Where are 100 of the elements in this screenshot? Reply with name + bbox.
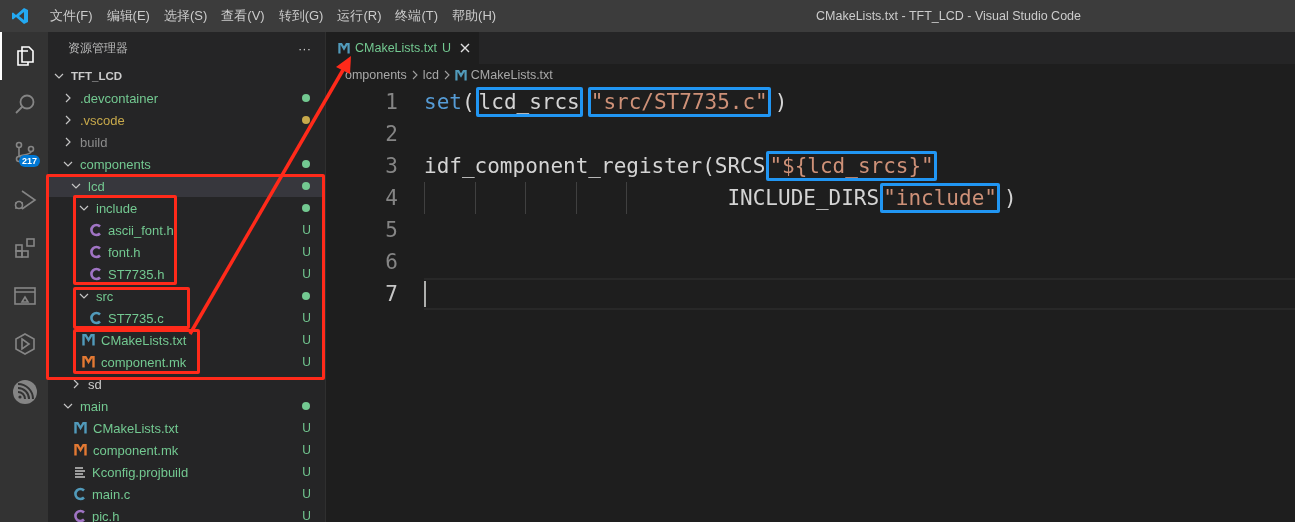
menu-item[interactable]: 编辑(E): [99, 7, 157, 25]
menu-item[interactable]: 查看(V): [214, 7, 272, 25]
menu-item[interactable]: 转到(G): [271, 7, 331, 25]
menu-item[interactable]: 终端(T): [388, 7, 446, 25]
file-name: .devcontainer: [80, 90, 159, 106]
git-status-label: U: [302, 333, 311, 347]
code-token: INCLUDE_DIRS: [726, 185, 881, 212]
code-token: "include": [880, 183, 1000, 213]
extensions-icon: [13, 236, 37, 260]
git-status-label: U: [302, 487, 311, 501]
tree-item[interactable]: ST7735.h U: [48, 263, 325, 285]
line-number: 1: [384, 90, 398, 114]
file-name: lcd: [88, 178, 105, 194]
c-file-icon: [90, 223, 102, 237]
file-name: CMakeLists.txt: [101, 332, 187, 348]
tree-item[interactable]: .devcontainer: [48, 87, 325, 109]
file-name: font.h: [108, 244, 141, 260]
code-token: (: [460, 89, 476, 116]
window-title: CMakeLists.txt - TFT_LCD - Visual Studio Code: [816, 9, 1081, 23]
tree-item[interactable]: ST7735.c U: [48, 307, 325, 329]
activity-bar-item[interactable]: 217: [0, 128, 48, 176]
file-name: src: [96, 288, 114, 304]
git-status-label: U: [302, 421, 311, 435]
line-number: 6: [384, 250, 398, 274]
file-name: Kconfig.projbuild: [92, 464, 189, 480]
tree-item[interactable]: CMakeLists.txt U: [48, 329, 325, 351]
c-file-icon: [90, 311, 102, 325]
close-icon[interactable]: [460, 43, 470, 53]
sidebar-title: 资源管理器: [68, 41, 128, 56]
file-name: .vscode: [80, 112, 125, 128]
code-token: "${lcd_srcs}": [766, 151, 937, 181]
vscode-logo-icon: [11, 7, 29, 25]
breadcrumb-item[interactable]: CMakeLists.txt: [470, 68, 553, 82]
tree-item[interactable]: Kconfig.projbuild U: [48, 461, 325, 483]
text-cursor: [424, 281, 426, 307]
tree-item[interactable]: font.h U: [48, 241, 325, 263]
line-number: 2: [384, 122, 398, 146]
search-icon: [13, 92, 37, 116]
c-file-icon: [74, 487, 86, 501]
chevron-icon: [410, 70, 419, 80]
file-name: component.mk: [93, 442, 179, 458]
tree-item[interactable]: TFT_LCD: [48, 65, 325, 87]
code-token: ): [773, 89, 789, 116]
git-status-label: U: [302, 267, 311, 281]
editor-tab[interactable]: CMakeLists.txt U: [326, 32, 479, 64]
m-file-icon: [74, 422, 87, 434]
monitor-icon: [13, 284, 37, 308]
tree-item[interactable]: build: [48, 131, 325, 153]
line-number: 3: [384, 154, 398, 178]
tree-item[interactable]: src: [48, 285, 325, 307]
file-name: main: [80, 398, 109, 414]
breadcrumb-item[interactable]: lcd: [422, 68, 439, 82]
line-number: 4: [384, 186, 398, 210]
file-name: include: [96, 200, 138, 216]
tree-item[interactable]: components: [48, 153, 325, 175]
code-token: ): [1002, 185, 1018, 212]
m-file-icon: [454, 69, 467, 81]
tree-item[interactable]: component.mk U: [48, 439, 325, 461]
file-name: ST7735.h: [108, 266, 165, 282]
tree-item[interactable]: CMakeLists.txt U: [48, 417, 325, 439]
tree-item[interactable]: component.mk U: [48, 351, 325, 373]
tree-item[interactable]: main.c U: [48, 483, 325, 505]
code-token: set: [423, 89, 463, 116]
tree-item[interactable]: main: [48, 395, 325, 417]
c-file-icon: [90, 245, 102, 259]
git-status-label: U: [302, 311, 311, 325]
menu-item[interactable]: 运行(R): [330, 7, 389, 25]
count-badge: 217: [19, 155, 41, 167]
menu-item[interactable]: 帮助(H): [445, 7, 504, 25]
m-file-icon: [82, 334, 95, 346]
line-number: 7: [384, 282, 398, 306]
hexagon-play-icon: [13, 332, 37, 356]
file-name: ST7735.c: [108, 310, 164, 326]
file-name: ascii_font.h: [108, 222, 174, 238]
signal-circle-icon: [12, 379, 38, 405]
line-number: 5: [384, 218, 398, 242]
git-status-label: U: [302, 245, 311, 259]
git-status-label: U: [302, 443, 311, 457]
breadcrumb-item[interactable]: omponents: [345, 68, 407, 82]
menu-item[interactable]: 选择(S): [156, 7, 215, 25]
m-file-icon: [338, 42, 350, 54]
tree-item[interactable]: .vscode: [48, 109, 325, 131]
file-name: sd: [88, 376, 102, 392]
code-token: idf_component_register(SRCS: [423, 153, 767, 180]
tree-item[interactable]: include: [48, 197, 325, 219]
git-status-label: U: [302, 509, 311, 522]
more-actions-button[interactable]: ···: [298, 41, 311, 56]
git-status-label: U: [302, 355, 311, 369]
file-name: CMakeLists.txt: [93, 420, 179, 436]
m-file-icon: [82, 356, 95, 368]
git-status-label: U: [302, 223, 311, 237]
code-token: "src/ST7735.c": [587, 87, 771, 117]
file-name: component.mk: [101, 354, 187, 370]
file-name: build: [80, 134, 108, 150]
run-debug-icon: [13, 188, 37, 212]
file-name: main.c: [92, 486, 131, 502]
tree-item[interactable]: ascii_font.h U: [48, 219, 325, 241]
c-file-icon: [74, 509, 86, 522]
tree-item[interactable]: sd: [48, 373, 325, 395]
menu-item[interactable]: 文件(F): [43, 7, 100, 25]
